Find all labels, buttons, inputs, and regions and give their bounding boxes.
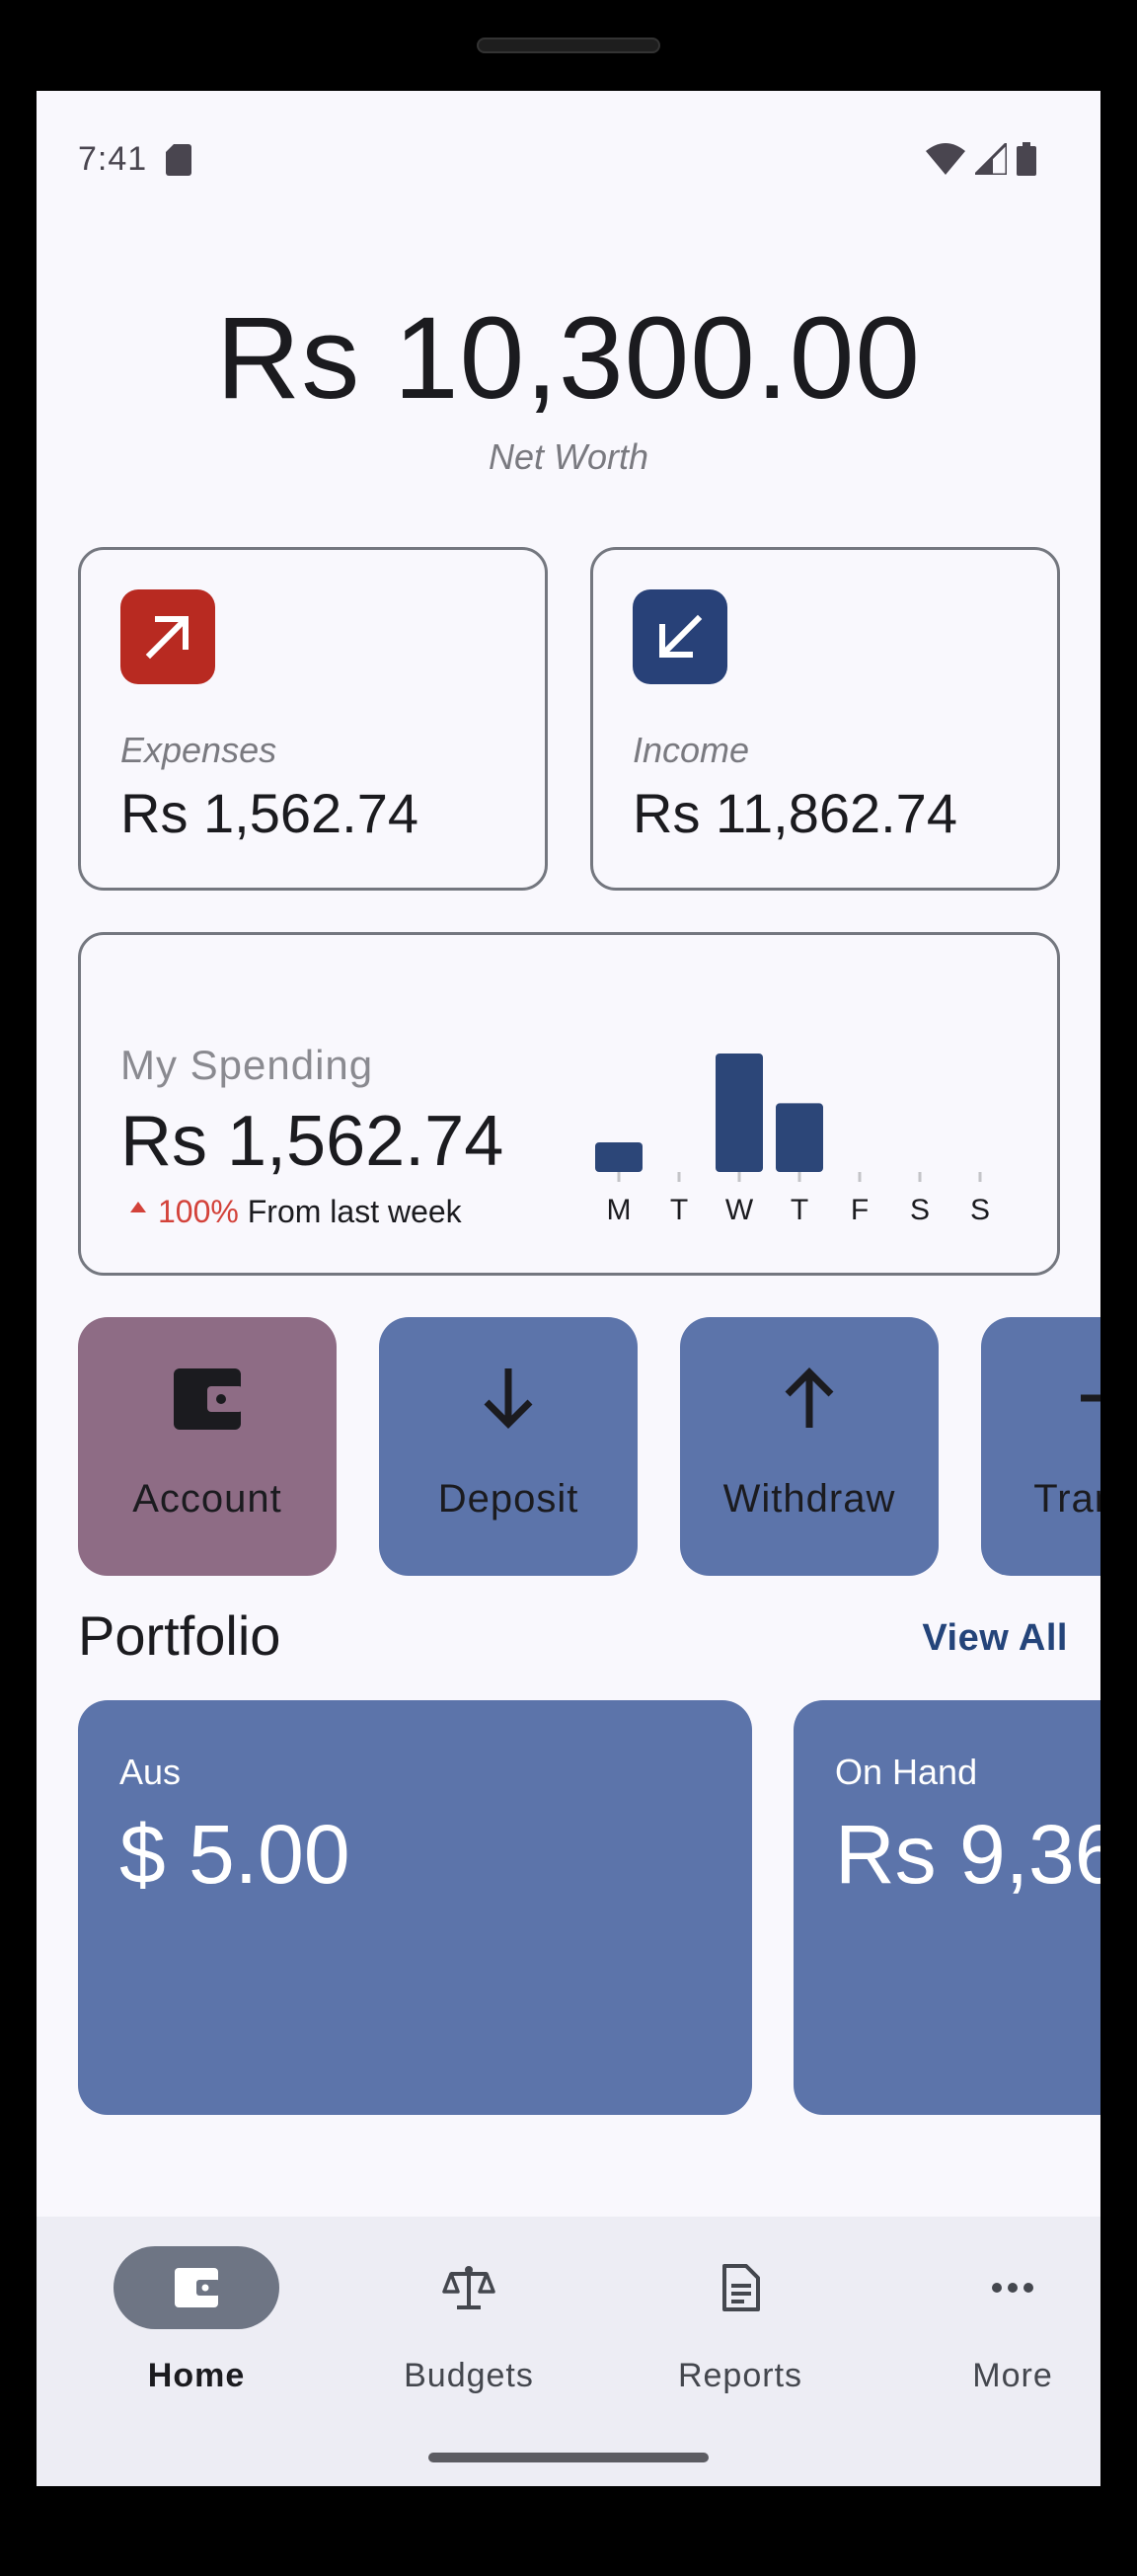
portfolio-amount: $ 5.00 [119, 1808, 350, 1901]
view-all-link[interactable]: View All [922, 1617, 1068, 1660]
nav-home-indicator [114, 2246, 279, 2329]
weekly-spending-chart: MTWTFSS [595, 1054, 990, 1226]
nav-reports-label: Reports [677, 2357, 803, 2394]
nav-more-indicator [930, 2246, 1096, 2329]
expenses-icon-box [120, 589, 215, 684]
nav-reports-indicator [657, 2246, 823, 2329]
earpiece-speaker [477, 38, 660, 53]
gesture-home-bar[interactable] [428, 2453, 709, 2462]
nav-more[interactable]: More [914, 2246, 1100, 2394]
cellular-signal-icon [975, 143, 1007, 175]
income-label: Income [633, 730, 750, 770]
expenses-value: Rs 1,562.74 [120, 782, 418, 844]
chart-tick-label: T [670, 1194, 688, 1226]
chart-tick-label: F [851, 1194, 869, 1226]
more-dots-icon [992, 2283, 1033, 2293]
chart-bar [595, 1142, 643, 1172]
net-worth-label: Net Worth [488, 436, 649, 477]
nav-home-label: Home [147, 2357, 246, 2394]
deposit-action-button[interactable]: Deposit [379, 1317, 638, 1576]
transfer-action-button[interactable]: Transfer [981, 1317, 1100, 1576]
scale-icon [442, 2266, 495, 2309]
income-card[interactable]: Income Rs 11,862.74 [590, 547, 1060, 891]
portfolio-name: On Hand [835, 1752, 978, 1792]
nav-budgets-indicator [386, 2246, 552, 2329]
arrow-right-icon [981, 1359, 1100, 1438]
arrow-up-right-icon [145, 616, 189, 660]
net-worth-header: Rs 10,300.00 Net Worth [37, 300, 1100, 478]
withdraw-action-button[interactable]: Withdraw [680, 1317, 939, 1576]
wallet-icon [78, 1359, 337, 1438]
chart-tick-label: S [970, 1194, 990, 1226]
portfolio-amount: Rs 9,36 [835, 1808, 1100, 1901]
chart-tick-label: M [607, 1194, 632, 1226]
portfolio-name: Aus [119, 1752, 182, 1792]
status-time: 7:41 [78, 140, 148, 178]
nav-more-label: More [972, 2357, 1053, 2394]
income-icon-box [633, 589, 727, 684]
sd-card-icon [166, 144, 191, 176]
battery-icon [1017, 142, 1036, 176]
nav-home[interactable]: Home [98, 2246, 295, 2394]
deposit-action-label: Deposit [437, 1477, 579, 1521]
nav-budgets-label: Budgets [404, 2357, 534, 2394]
net-worth-amount: Rs 10,300.00 [216, 293, 921, 424]
status-bar: 7:41 [37, 91, 1100, 178]
status-icons [926, 142, 1036, 176]
arrow-up-icon [680, 1359, 939, 1438]
phone-frame: 7:41 Rs 10,300.00 Net Worth Expenses Rs … [0, 0, 1137, 2576]
nav-budgets[interactable]: Budgets [370, 2246, 568, 2394]
portfolio-card-aus[interactable]: Aus $ 5.00 [78, 1700, 752, 2115]
arrow-down-left-icon [659, 614, 703, 658]
account-action-label: Account [132, 1477, 282, 1521]
chart-bar [716, 1054, 763, 1172]
document-icon [722, 2264, 760, 2311]
spending-card[interactable]: My Spending Rs 1,562.74 100% From last w… [78, 932, 1060, 1276]
arrow-down-icon [379, 1359, 638, 1438]
portfolio-title: Portfolio [78, 1604, 281, 1667]
expenses-card[interactable]: Expenses Rs 1,562.74 [78, 547, 548, 891]
account-action-button[interactable]: Account [78, 1317, 337, 1576]
chart-tick-label: S [910, 1194, 930, 1226]
expenses-label: Expenses [120, 730, 277, 770]
app-screen: 7:41 Rs 10,300.00 Net Worth Expenses Rs … [37, 91, 1100, 2486]
income-value: Rs 11,862.74 [633, 782, 957, 844]
chart-bar [776, 1103, 823, 1172]
withdraw-action-label: Withdraw [722, 1477, 896, 1521]
chart-tick-label: W [725, 1194, 754, 1226]
wifi-icon [926, 143, 965, 175]
wallet-icon [175, 2268, 220, 2307]
portfolio-card-on-hand[interactable]: On Hand Rs 9,36 [794, 1700, 1100, 2115]
transfer-action-label: Transfer [1033, 1477, 1100, 1521]
bottom-navigation: Home Budgets Reports More [37, 2217, 1100, 2486]
chart-tick-label: T [791, 1194, 808, 1226]
nav-reports[interactable]: Reports [642, 2246, 839, 2394]
